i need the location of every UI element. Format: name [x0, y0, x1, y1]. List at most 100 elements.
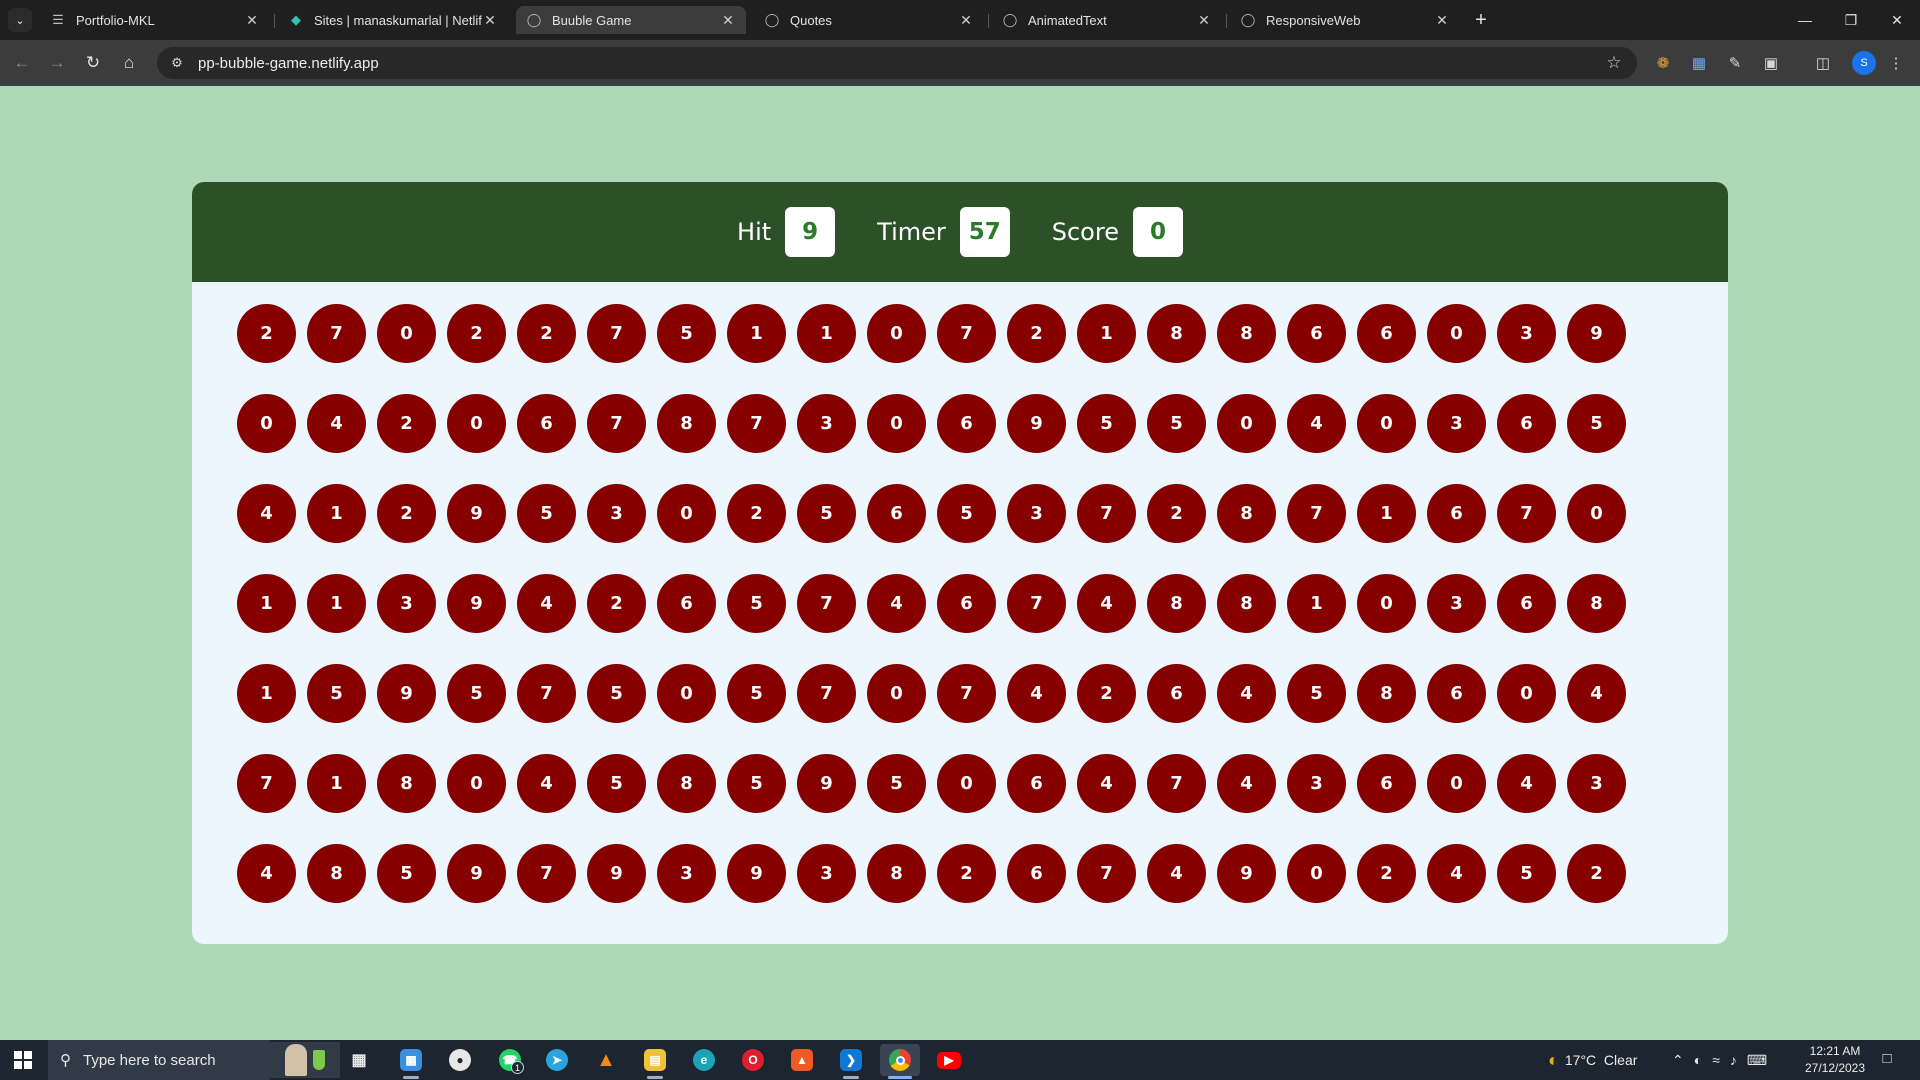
tab-bubble-game[interactable]: ◯ Buuble Game ✕: [516, 6, 746, 34]
maps-pin-icon[interactable]: ●: [440, 1044, 480, 1076]
youtube-icon[interactable]: ▶: [929, 1044, 969, 1076]
bubble[interactable]: 7: [1077, 844, 1136, 903]
bubble[interactable]: 8: [377, 754, 436, 813]
bubble[interactable]: 9: [1567, 304, 1626, 363]
edge-icon[interactable]: e: [684, 1044, 724, 1076]
bubble[interactable]: 2: [377, 394, 436, 453]
close-icon[interactable]: ✕: [958, 12, 974, 29]
bubble[interactable]: 3: [1567, 754, 1626, 813]
bubble[interactable]: 7: [237, 754, 296, 813]
bubble[interactable]: 5: [727, 574, 786, 633]
vlc-icon[interactable]: ▲: [586, 1044, 626, 1076]
bubble[interactable]: 1: [797, 304, 856, 363]
tab-responsive-web[interactable]: ◯ ResponsiveWeb ✕: [1230, 6, 1460, 34]
bubble[interactable]: 9: [1007, 394, 1066, 453]
task-view-icon[interactable]: ▦: [339, 1044, 379, 1076]
bubble[interactable]: 3: [587, 484, 646, 543]
new-tab-plus-icon[interactable]: +: [1469, 8, 1493, 32]
bubble[interactable]: 2: [377, 484, 436, 543]
docs-extension-icon[interactable]: ▦: [1687, 51, 1711, 75]
close-icon[interactable]: ✕: [482, 12, 498, 29]
bubble[interactable]: 6: [1497, 394, 1556, 453]
bubble[interactable]: 6: [1147, 664, 1206, 723]
bubble[interactable]: 4: [1077, 574, 1136, 633]
bubble[interactable]: 4: [1427, 844, 1486, 903]
cookie-extension-icon[interactable]: ❁: [1651, 51, 1675, 75]
bubble[interactable]: 8: [657, 754, 716, 813]
bubble[interactable]: 5: [937, 484, 996, 543]
microsoft-store-icon[interactable]: ▩: [391, 1044, 431, 1079]
windows-start-icon[interactable]: [0, 1040, 46, 1080]
bubble[interactable]: 4: [1077, 754, 1136, 813]
bubble[interactable]: 5: [797, 484, 856, 543]
bubble[interactable]: 4: [517, 574, 576, 633]
chrome-icon[interactable]: [880, 1044, 920, 1079]
bubble[interactable]: 0: [1567, 484, 1626, 543]
tab-portfolio-mkl[interactable]: ☰ Portfolio-MKL ✕: [40, 6, 270, 34]
bubble[interactable]: 0: [447, 394, 506, 453]
bubble[interactable]: 2: [937, 844, 996, 903]
bubble[interactable]: 6: [937, 394, 996, 453]
bubble[interactable]: 8: [307, 844, 366, 903]
close-icon[interactable]: ✕: [1434, 12, 1450, 29]
bubble[interactable]: 2: [447, 304, 506, 363]
bubble[interactable]: 2: [1077, 664, 1136, 723]
bubble[interactable]: 7: [307, 304, 366, 363]
bubble[interactable]: 8: [1567, 574, 1626, 633]
site-settings-icon[interactable]: ⚙: [166, 55, 188, 71]
bubble[interactable]: 0: [867, 394, 926, 453]
bubble[interactable]: 5: [1077, 394, 1136, 453]
bubble[interactable]: 3: [1427, 394, 1486, 453]
show-hidden-icons-chevron-icon[interactable]: ⌃: [1672, 1052, 1684, 1069]
home-icon[interactable]: ⌂: [115, 49, 143, 77]
bubble[interactable]: 2: [1567, 844, 1626, 903]
tab-animated-text[interactable]: ◯ AnimatedText ✕: [992, 6, 1222, 34]
bubble[interactable]: 8: [1147, 574, 1206, 633]
weather-widget[interactable]: ◐ 17°C Clear: [1548, 1040, 1637, 1080]
bubble[interactable]: 6: [1007, 844, 1066, 903]
bubble[interactable]: 5: [867, 754, 926, 813]
bubble[interactable]: 7: [797, 664, 856, 723]
bookmark-star-icon[interactable]: ☆: [1601, 53, 1627, 73]
taskbar-clock[interactable]: 12:21 AM 27/12/2023: [1800, 1043, 1870, 1077]
bubble[interactable]: 6: [867, 484, 926, 543]
vpn-shield-icon[interactable]: ◐: [1694, 1052, 1702, 1068]
bubble[interactable]: 6: [517, 394, 576, 453]
forward-arrow-icon[interactable]: →: [43, 49, 71, 77]
notification-center-icon[interactable]: □: [1876, 1050, 1898, 1070]
bubble[interactable]: 2: [727, 484, 786, 543]
bubble[interactable]: 8: [1217, 574, 1276, 633]
wifi-icon[interactable]: ≈: [1712, 1052, 1720, 1068]
bubble[interactable]: 6: [1007, 754, 1066, 813]
bubble[interactable]: 9: [447, 844, 506, 903]
bubble[interactable]: 4: [237, 844, 296, 903]
bubble[interactable]: 5: [1497, 844, 1556, 903]
bubble[interactable]: 0: [1427, 754, 1486, 813]
bubble[interactable]: 0: [1497, 664, 1556, 723]
bubble[interactable]: 1: [237, 664, 296, 723]
menu-kebab-icon[interactable]: ⋮: [1884, 51, 1908, 75]
url-text[interactable]: pp-bubble-game.netlify.app: [198, 55, 1601, 72]
bubble[interactable]: 3: [797, 394, 856, 453]
bubble[interactable]: 5: [377, 844, 436, 903]
bubble[interactable]: 8: [657, 394, 716, 453]
bubble[interactable]: 8: [1147, 304, 1206, 363]
vscode-icon[interactable]: ❯: [831, 1044, 871, 1079]
bubble[interactable]: 8: [1357, 664, 1416, 723]
bubble[interactable]: 5: [657, 304, 716, 363]
bubble[interactable]: 1: [307, 754, 366, 813]
bubble[interactable]: 0: [867, 664, 926, 723]
bubble[interactable]: 4: [1287, 394, 1346, 453]
bubble[interactable]: 1: [1357, 484, 1416, 543]
bubble[interactable]: 7: [587, 304, 646, 363]
bubble[interactable]: 1: [727, 304, 786, 363]
bubble[interactable]: 7: [1007, 574, 1066, 633]
eyedropper-extension-icon[interactable]: ✎: [1723, 51, 1747, 75]
bubble[interactable]: 7: [1147, 754, 1206, 813]
telegram-icon[interactable]: ➤: [537, 1044, 577, 1076]
bubble[interactable]: 0: [937, 754, 996, 813]
restore-icon[interactable]: ❐: [1828, 0, 1874, 40]
bubble[interactable]: 4: [307, 394, 366, 453]
back-arrow-icon[interactable]: ←: [8, 49, 36, 77]
bubble[interactable]: 1: [307, 484, 366, 543]
